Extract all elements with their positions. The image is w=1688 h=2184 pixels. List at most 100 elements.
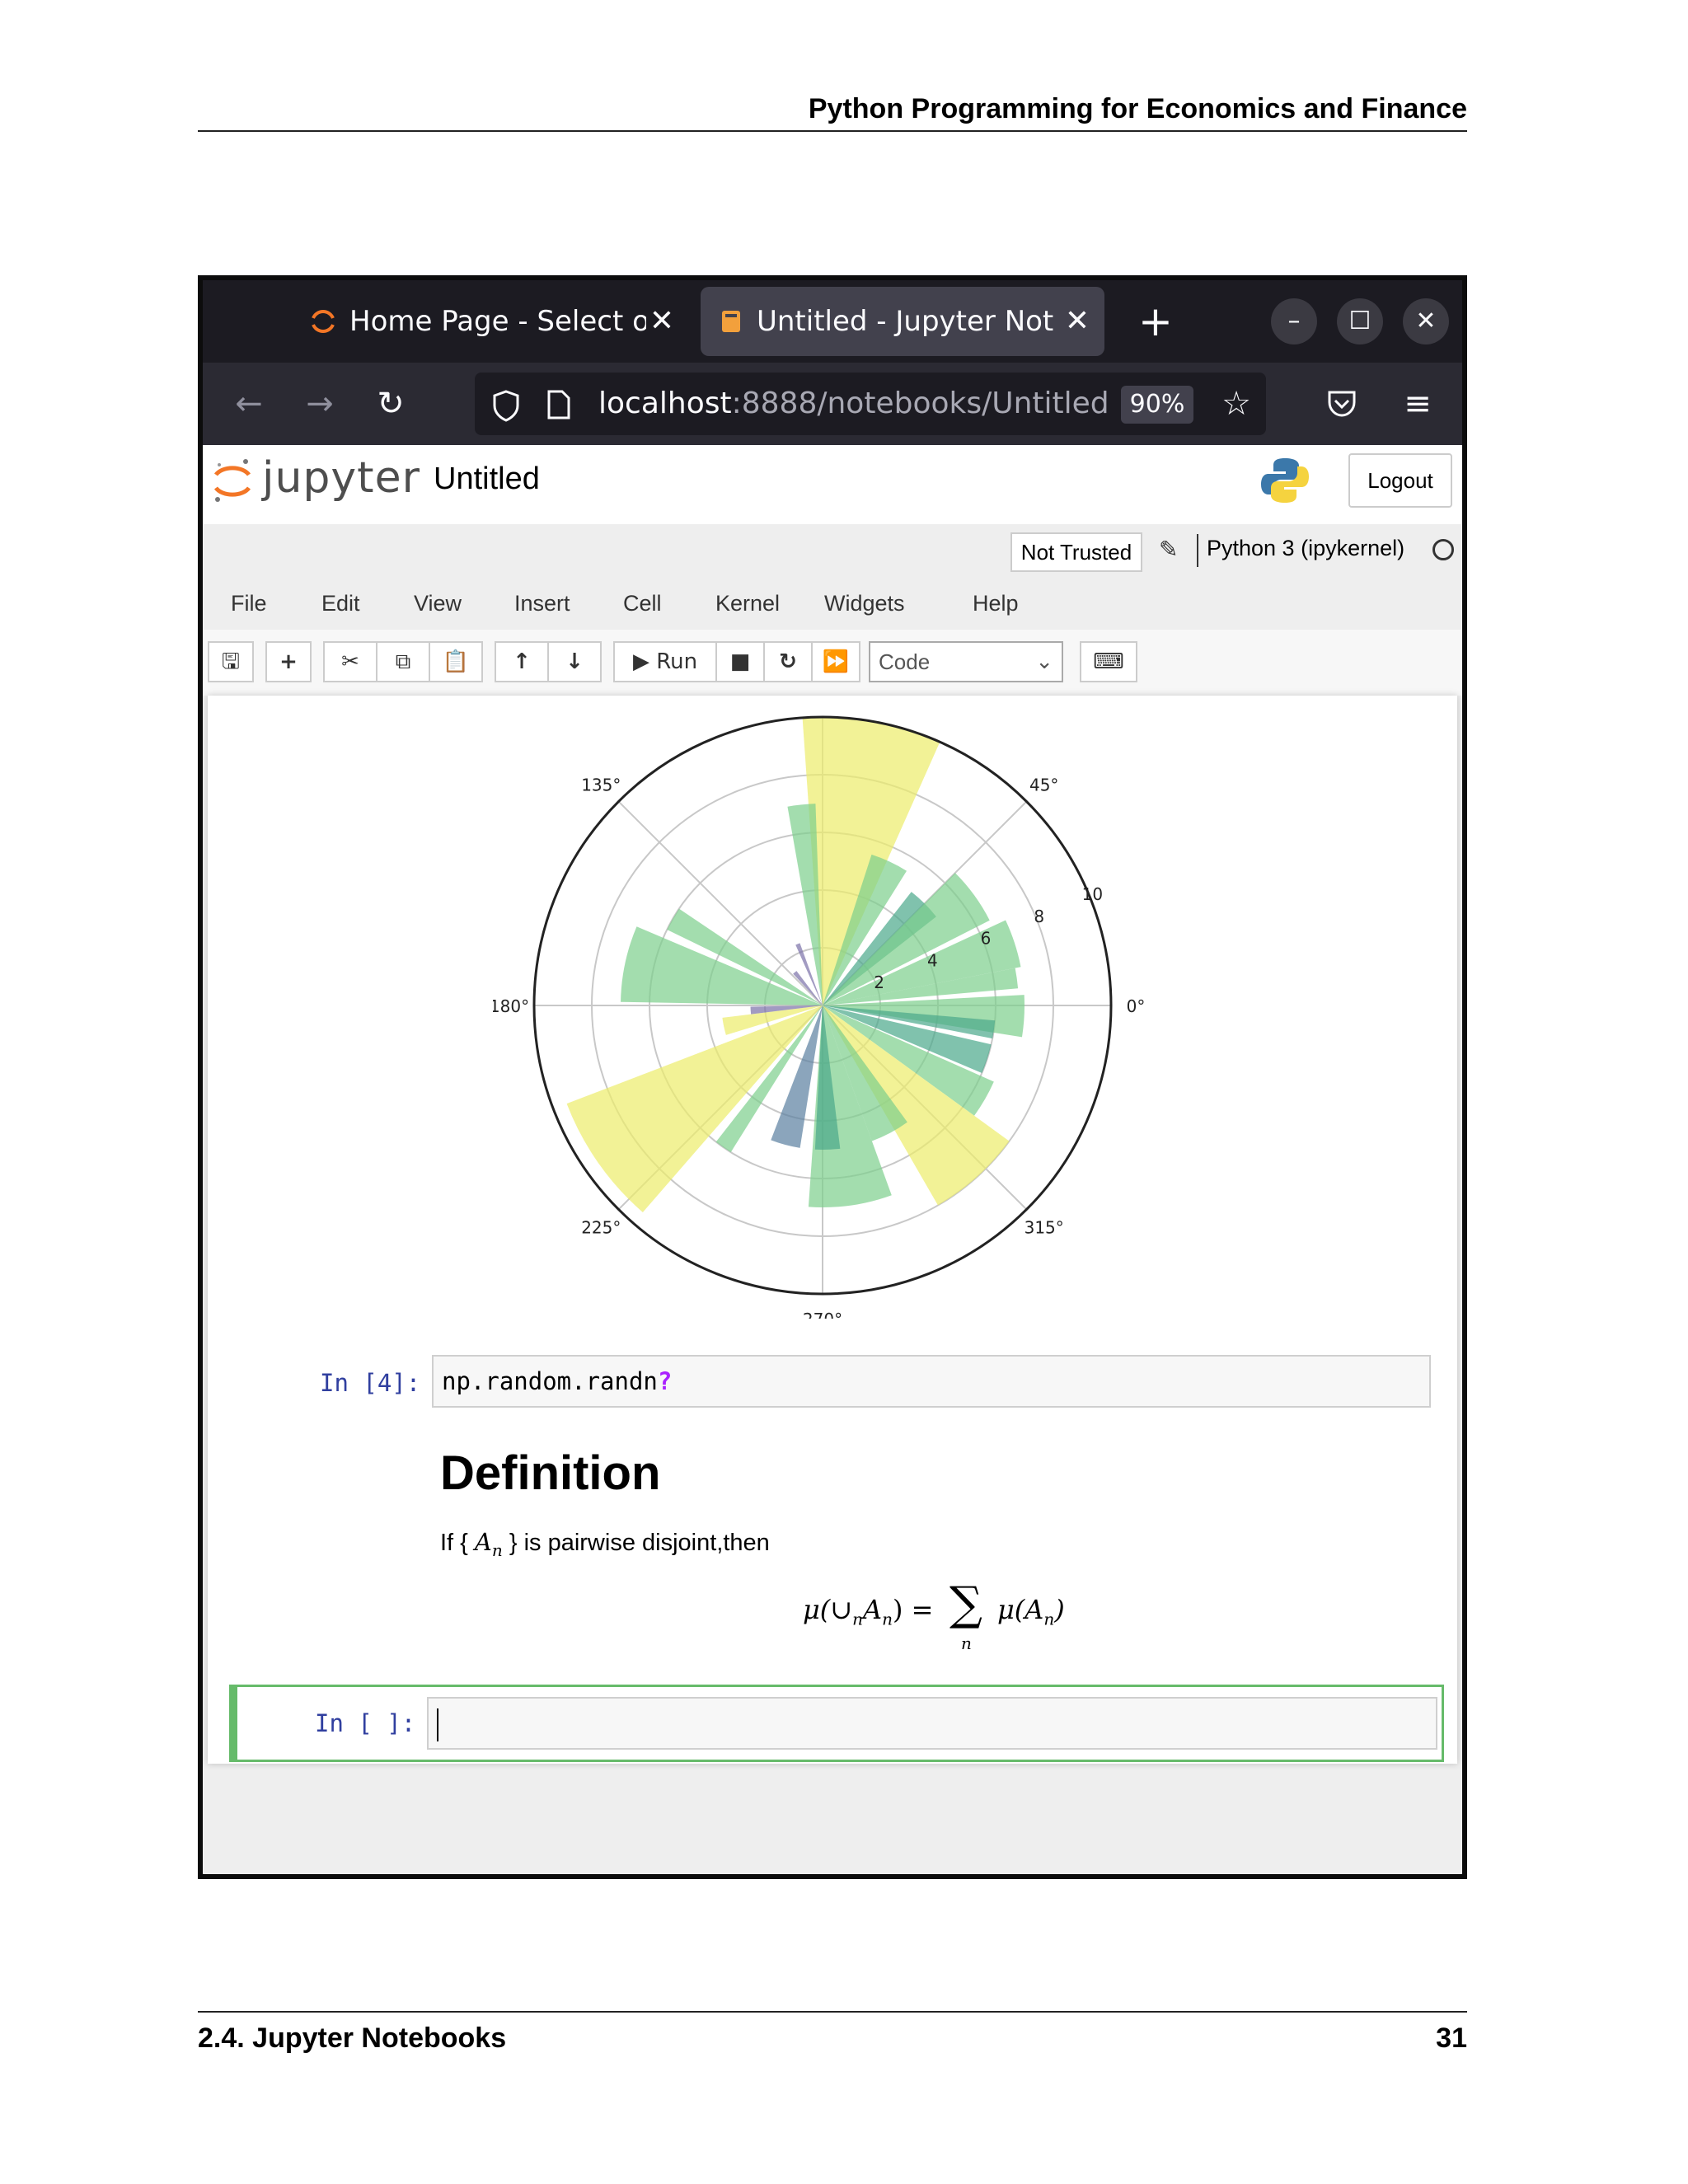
radial-tick-label: 2 <box>874 972 884 992</box>
pocket-icon[interactable] <box>1325 387 1358 420</box>
keyboard-icon[interactable]: ⌨ <box>1080 641 1137 682</box>
menu-kernel[interactable]: Kernel <box>715 579 780 628</box>
url-text[interactable]: localhost:8888/notebooks/Untitled.i <box>598 373 1109 435</box>
hamburger-menu-icon[interactable]: ≡ <box>1395 381 1441 427</box>
angle-tick-label: 270° <box>803 1310 842 1319</box>
text-cursor <box>437 1708 438 1741</box>
jupyter-logo-icon[interactable] <box>211 455 254 506</box>
play-icon: ▶ <box>632 649 649 674</box>
logout-button[interactable]: Logout <box>1348 453 1452 508</box>
formula-rhs-end: ) <box>1054 1594 1065 1625</box>
maximize-icon[interactable]: ☐ <box>1337 298 1383 344</box>
minimize-icon[interactable]: – <box>1271 298 1317 344</box>
cut-icon[interactable]: ✂ <box>323 641 377 682</box>
fast-forward-icon[interactable]: ⏩ <box>811 641 860 682</box>
copy-icon[interactable]: ⧉ <box>376 641 430 682</box>
restart-icon[interactable]: ↻ <box>763 641 813 682</box>
code-text: np.random.randn <box>442 1367 658 1395</box>
markdown-heading: Definition <box>440 1446 661 1500</box>
kernel-status-icon <box>1432 539 1454 560</box>
zoom-badge[interactable]: 90% <box>1121 386 1193 424</box>
cell-type-select[interactable]: Code ⌄ <box>869 641 1063 682</box>
menu-edit[interactable]: Edit <box>321 579 360 628</box>
menu-help[interactable]: Help <box>973 579 1019 628</box>
sum-symbol: ∑ <box>950 1577 982 1631</box>
cell-type-value: Code <box>879 649 931 674</box>
notebook-title[interactable]: Untitled <box>434 462 540 497</box>
formula-sub: n <box>852 1609 863 1629</box>
formula-lhs-a: μ(∪ <box>803 1594 853 1625</box>
angle-tick-label: 45° <box>1029 775 1058 794</box>
chevron-down-icon: ⌄ <box>1035 649 1053 674</box>
menu-cell[interactable]: Cell <box>623 579 662 628</box>
url-host: localhost <box>598 387 732 420</box>
math-var: A <box>474 1528 492 1556</box>
code-cell-input-empty[interactable] <box>427 1697 1437 1750</box>
menu-widgets[interactable]: Widgets <box>824 579 905 628</box>
insert-cell-plus-icon[interactable]: + <box>265 641 312 682</box>
angle-tick-label: 315° <box>1025 1218 1064 1238</box>
run-button[interactable]: ▶ Run <box>613 641 717 682</box>
move-up-icon[interactable]: ↑ <box>495 641 549 682</box>
tab-home-page[interactable]: Home Page - Select or c ✕ <box>293 287 689 356</box>
math-formula: μ(∪nAn) = ∑ n μ(An) <box>803 1577 1132 1653</box>
move-down-icon[interactable]: ↓ <box>547 641 602 682</box>
cell-prompt: In [4]: <box>320 1369 421 1397</box>
formula-rhs-a: μ(A <box>997 1594 1044 1625</box>
not-trusted-button[interactable]: Not Trusted <box>1010 532 1142 572</box>
back-arrow-icon[interactable]: ← <box>226 381 272 427</box>
stop-icon[interactable]: ■ <box>715 641 765 682</box>
menu-bar: File Edit View Insert Cell Kernel Widget… <box>203 579 1462 628</box>
menu-insert[interactable]: Insert <box>514 579 570 628</box>
paste-icon[interactable]: 📋 <box>429 641 483 682</box>
radial-tick-label: 10 <box>1082 884 1103 904</box>
close-icon[interactable]: ✕ <box>1065 287 1090 356</box>
markdown-paragraph: If { An } is pairwise disjoint,then <box>440 1528 770 1560</box>
plus-icon[interactable]: + <box>1131 297 1180 346</box>
notebook-icon <box>722 311 740 332</box>
url-path: :8888/notebooks/Untitled.i <box>731 387 1109 420</box>
code-cell-input[interactable]: np.random.randn? <box>432 1355 1431 1408</box>
url-bar[interactable]: localhost:8888/notebooks/Untitled.i 90% … <box>475 373 1266 435</box>
kernel-indicator[interactable]: Python 3 (ipykernel) <box>1207 536 1404 561</box>
formula-rhs: μ(An) <box>997 1594 1065 1629</box>
angle-tick-label: 0° <box>1127 996 1146 1016</box>
footer-section: 2.4. Jupyter Notebooks <box>198 2022 507 2054</box>
formula-lhs-b: A <box>862 1594 883 1625</box>
radial-tick-label: 6 <box>981 929 992 949</box>
angle-tick-label: 135° <box>581 775 621 794</box>
reload-icon[interactable]: ↻ <box>368 381 414 427</box>
page-icon <box>547 390 570 419</box>
polar-bar-chart: 0° 45° 135° 180° 225° 270° 315° 2 4 6 8 10 <box>493 715 1146 1319</box>
angle-tick-label: 225° <box>581 1218 621 1238</box>
math-sub: n <box>491 1540 503 1560</box>
tab-label: Untitled - Jupyter Note <box>757 305 1053 338</box>
formula-rhs-sub: n <box>1043 1609 1055 1629</box>
formula-lhs: μ(∪nAn) = <box>803 1594 933 1629</box>
paragraph-rest: } is pairwise disjoint,then <box>509 1530 770 1556</box>
sum-index: n <box>961 1633 972 1653</box>
close-icon[interactable]: ✕ <box>649 287 674 356</box>
forward-arrow-icon[interactable]: → <box>297 381 343 427</box>
menu-file[interactable]: File <box>231 579 267 628</box>
code-question: ? <box>657 1367 673 1395</box>
formula-eq: ) = <box>892 1594 934 1625</box>
notebook-container: 0°45°135°180°225°270°315°246810 In [4]: … <box>208 696 1457 1764</box>
active-code-cell[interactable]: In [ ]: <box>229 1685 1444 1762</box>
radial-tick-label: 4 <box>927 950 938 970</box>
star-icon[interactable]: ☆ <box>1213 381 1259 427</box>
radial-tick-label: 8 <box>1034 907 1044 926</box>
book-title: Python Programming for Economics and Fin… <box>808 93 1467 124</box>
angle-tick-label: 180° <box>493 996 529 1016</box>
navigation-bar: ← → ↻ localhost:8888/notebooks/Untitled.… <box>203 363 1462 445</box>
pencil-icon[interactable]: ✎ <box>1159 536 1178 563</box>
close-window-icon[interactable]: ✕ <box>1403 298 1449 344</box>
toolbar: 🖫 + ✂ ⧉ 📋 ↑ ↓ ▶ Run ■ ↻ ⏩ Code ⌄ ⌨ <box>203 630 1462 696</box>
page-header: Python Programming for Economics and Fin… <box>198 92 1467 132</box>
tab-untitled[interactable]: Untitled - Jupyter Note ✕ <box>701 287 1104 356</box>
tab-bar: Home Page - Select or c ✕ Untitled - Jup… <box>203 280 1462 363</box>
save-icon[interactable]: 🖫 <box>208 641 254 682</box>
menu-view[interactable]: View <box>414 579 462 628</box>
jupyter-logo-text[interactable]: jupyter <box>262 453 420 503</box>
python-logo-icon <box>1261 458 1309 503</box>
